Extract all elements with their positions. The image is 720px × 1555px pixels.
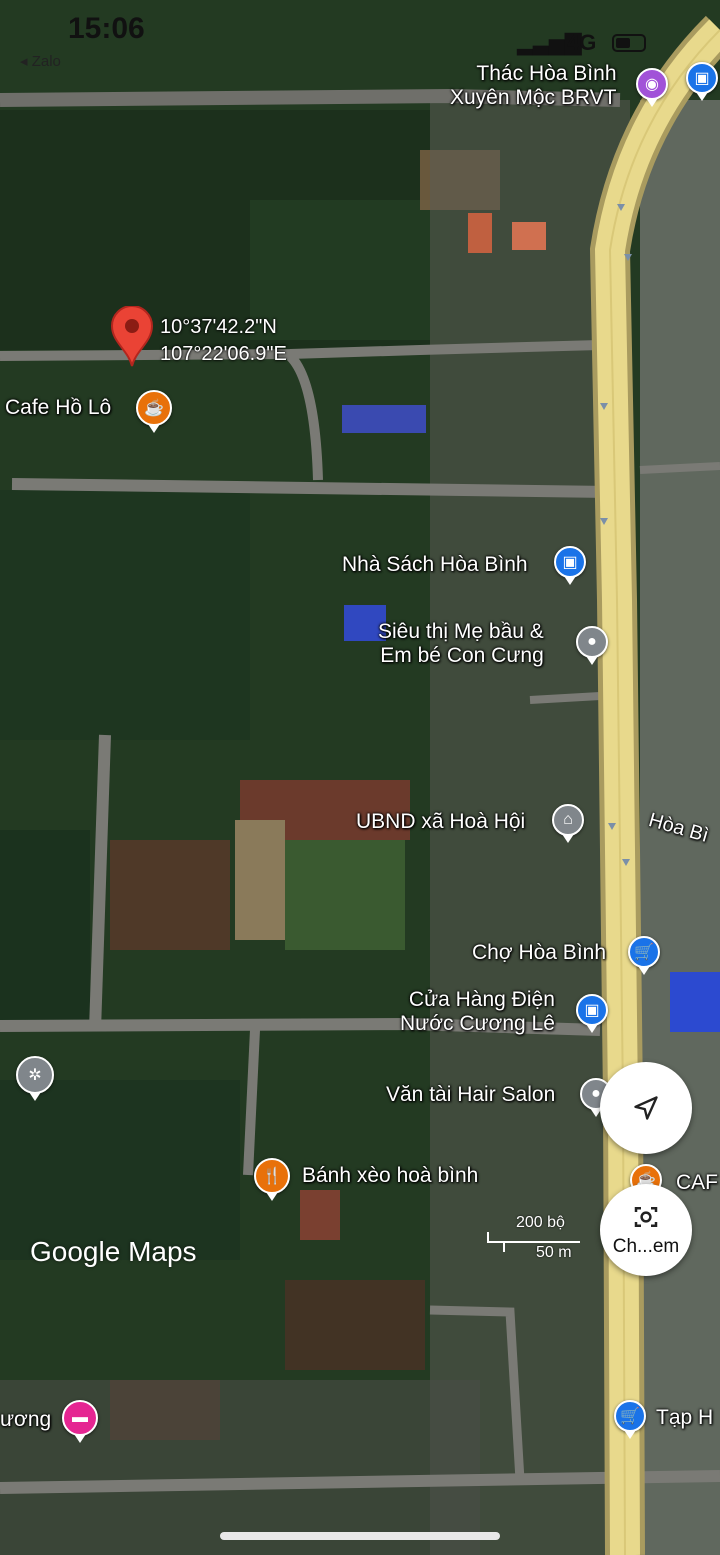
status-time: 15:06 [68, 12, 145, 45]
pin-longitude: 107°22'06.9"E [160, 343, 287, 365]
place-label-hair-salon[interactable]: Văn tài Hair Salon [386, 1083, 555, 1107]
place-label-cho-hoa-binh[interactable]: Chợ Hòa Bình [472, 941, 606, 965]
shopping-bag-icon[interactable]: ▣ [576, 994, 608, 1033]
home-indicator[interactable] [220, 1532, 500, 1540]
lens-search-button[interactable]: Ch...em [600, 1184, 692, 1276]
map-scale-bar: 200 bộ 50 m [486, 1212, 582, 1261]
place-label-banh-xeo[interactable]: Bánh xèo hoà bình [302, 1164, 478, 1188]
place-label-ubnd[interactable]: UBND xã Hoà Hội [356, 810, 525, 834]
place-label-cuong-le[interactable]: Cửa Hàng Điện Nước Cương Lê [400, 988, 555, 1036]
back-to-app-link[interactable]: ◂ Zalo [20, 52, 61, 70]
place-label-thac-hoa-binh[interactable]: Thác Hòa Bình Xuyên Mộc BRVT [450, 62, 617, 110]
shopping-bag-icon[interactable]: ▣ [554, 546, 586, 585]
my-location-icon [634, 1096, 658, 1120]
my-location-button[interactable] [600, 1062, 692, 1154]
government-icon[interactable]: ⌂ [552, 804, 584, 843]
network-type: 4G [567, 30, 597, 55]
scale-metric: 50 m [536, 1244, 572, 1261]
place-label-con-cung[interactable]: Siêu thị Mẹ bầu & Em bé Con Cưng [378, 620, 544, 668]
place-icon[interactable]: ● [576, 626, 608, 665]
shopping-cart-icon[interactable]: 🛒 [614, 1400, 646, 1439]
satellite-map[interactable] [0, 0, 720, 1555]
shopping-cart-icon[interactable]: 🛒 [628, 936, 660, 975]
google-maps-logo: Google Maps [30, 1236, 197, 1267]
restaurant-icon[interactable]: 🍴 [254, 1158, 290, 1201]
lens-button-label: Ch...em [612, 1236, 680, 1257]
scale-imperial: 200 bộ [516, 1214, 565, 1231]
camera-icon[interactable]: ◉ [636, 68, 668, 107]
dropped-pin-coordinates: 10°37'42.2"N 107°22'06.9"E [160, 314, 287, 368]
dropped-pin-icon[interactable] [110, 306, 154, 368]
place-label-cafe-ho-lo[interactable]: Cafe Hồ Lô [5, 396, 111, 420]
place-icon-left[interactable]: ✲ [16, 1056, 54, 1101]
place-label-hotel[interactable]: ương [0, 1408, 51, 1432]
place-label-nha-sach[interactable]: Nhà Sách Hòa Bình [342, 553, 528, 577]
battery-icon [612, 34, 646, 52]
shopping-bag-icon[interactable]: ▣ [686, 62, 718, 101]
pin-latitude: 10°37'42.2"N [160, 316, 277, 338]
coffee-icon[interactable]: ☕ [136, 390, 172, 433]
camera-lens-icon [634, 1207, 658, 1227]
place-label-tap-hoa[interactable]: Tạp H [656, 1406, 713, 1430]
hotel-icon[interactable]: ▬ [62, 1400, 98, 1443]
place-label-cafe-right[interactable]: CAF [676, 1171, 718, 1195]
